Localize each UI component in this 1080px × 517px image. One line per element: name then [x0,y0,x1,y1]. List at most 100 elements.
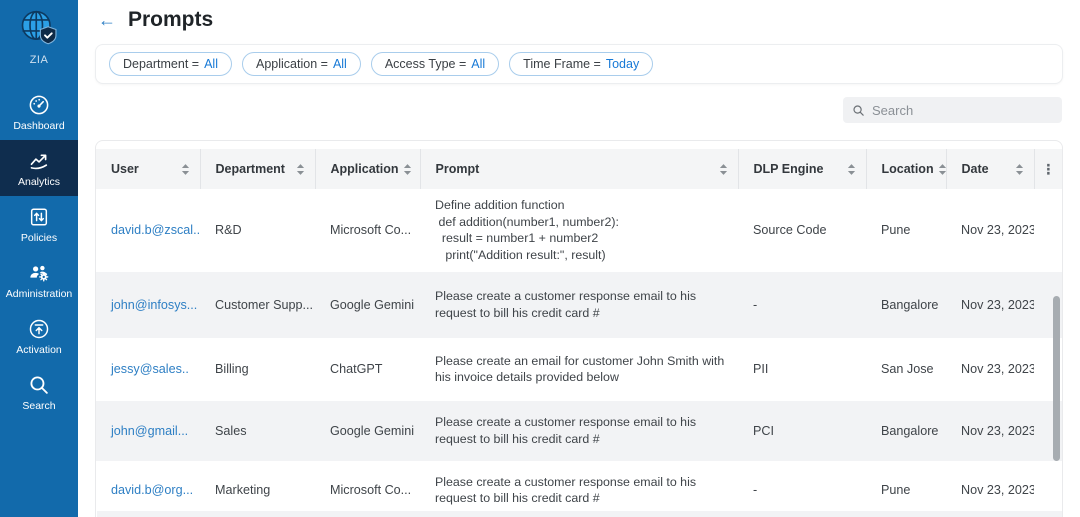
application-cell: Microsoft Co... [315,461,420,517]
sort-icon [719,163,728,176]
table-row[interactable]: david.b@zscal... R&D Microsoft Co... Def… [96,189,1062,272]
column-label: DLP Engine [754,162,824,176]
search-icon [852,104,865,117]
table-row-partial [97,511,1063,517]
sidebar-item-search[interactable]: Search [0,364,78,420]
dashboard-gauge-icon [27,93,51,117]
location-cell: Bangalore [866,272,946,338]
prompts-table: User Department Application Prompt DLP E… [96,149,1062,517]
column-label: Department [216,162,285,176]
column-header-user[interactable]: User [96,149,200,189]
dlp-engine-cell: - [738,461,866,517]
row-menu-cell [1034,461,1062,517]
sidebar-item-policies[interactable]: Policies [0,196,78,252]
sidebar-item-dashboard[interactable]: Dashboard [0,84,78,140]
back-button[interactable]: ← [98,11,116,29]
column-label: Location [882,162,934,176]
date-cell: Nov 23, 2023; [946,461,1034,517]
dlp-engine-cell: PCI [738,401,866,461]
user-link[interactable]: david.b@zscal... [96,189,200,272]
table-header-row: User Department Application Prompt DLP E… [96,149,1062,189]
table-row[interactable]: jessy@sales.. Billing ChatGPT Please cre… [96,338,1062,401]
sidebar-item-label: Administration [6,288,73,300]
column-header-department[interactable]: Department [200,149,315,189]
sidebar-item-administration[interactable]: Administration [0,252,78,308]
prompt-cell: Please create a customer response email … [420,272,738,338]
prompt-cell: Please create an email for customer John… [420,338,738,401]
administration-users-gear-icon [27,261,51,285]
prompt-cell: Define addition function def addition(nu… [420,189,738,272]
column-header-location[interactable]: Location [866,149,946,189]
location-cell: Pune [866,189,946,272]
filter-value: Today [606,57,639,71]
table-row[interactable]: john@infosys... Customer Supp... Google … [96,272,1062,338]
page-title: Prompts [128,8,213,32]
filter-value: All [204,57,218,71]
sidebar: ZIA Dashboard [0,0,78,517]
prompt-cell: Please create a customer response email … [420,401,738,461]
department-cell: Marketing [200,461,315,517]
user-link[interactable]: john@infosys... [96,272,200,338]
app-window: ZIA Dashboard [0,0,1080,517]
user-link[interactable]: john@gmail... [96,401,200,461]
sidebar-nav: Dashboard Analytics [0,84,78,420]
sidebar-item-label: Dashboard [13,120,64,132]
date-cell: Nov 23, 2023; [946,272,1034,338]
department-cell: Billing [200,338,315,401]
application-cell: Microsoft Co... [315,189,420,272]
sort-icon [938,163,947,176]
date-cell: Nov 23, 2023; [946,338,1034,401]
filter-label: Application = [256,57,328,71]
search-input[interactable] [843,97,1062,123]
user-link[interactable]: david.b@org... [96,461,200,517]
location-cell: Bangalore [866,401,946,461]
filter-chip-time-frame[interactable]: Time Frame = Today [509,52,653,76]
column-header-application[interactable]: Application [315,149,420,189]
filter-label: Time Frame = [523,57,601,71]
search-icon [27,373,51,397]
filter-chip-application[interactable]: Application = All [242,52,361,76]
sort-icon [847,163,856,176]
location-cell: Pune [866,461,946,517]
date-cell: Nov 23, 2023; [946,189,1034,272]
policies-icon [27,205,51,229]
sidebar-item-analytics[interactable]: Analytics [0,140,78,196]
filter-value: All [333,57,347,71]
filter-label: Department = [123,57,199,71]
column-header-prompt[interactable]: Prompt [420,149,738,189]
column-label: Date [962,162,989,176]
page-header: ← Prompts [98,8,213,32]
analytics-chart-icon [27,149,51,173]
location-cell: San Jose [866,338,946,401]
sidebar-item-label: Policies [21,232,57,244]
sidebar-item-label: Analytics [18,176,60,188]
dlp-engine-cell: - [738,272,866,338]
prompt-cell: Please create a customer response email … [420,461,738,517]
main-content: ← Prompts Department = All Application =… [78,0,1080,517]
application-cell: ChatGPT [315,338,420,401]
date-cell: Nov 23, 2023; [946,401,1034,461]
dlp-engine-cell: PII [738,338,866,401]
table-row[interactable]: david.b@org... Marketing Microsoft Co...… [96,461,1062,517]
table-row[interactable]: john@gmail... Sales Google Gemini Please… [96,401,1062,461]
filter-chip-access-type[interactable]: Access Type = All [371,52,499,76]
dlp-engine-cell: Source Code [738,189,866,272]
sidebar-item-activation[interactable]: Activation [0,308,78,364]
table-options-kebab-button[interactable]: ⋮ [1034,149,1062,189]
filter-chip-department[interactable]: Department = All [109,52,232,76]
column-header-dlp-engine[interactable]: DLP Engine [738,149,866,189]
user-link[interactable]: jessy@sales.. [96,338,200,401]
column-label: Prompt [436,162,480,176]
vertical-scrollbar-thumb[interactable] [1053,296,1060,461]
sidebar-item-zia-home[interactable]: ZIA [0,0,78,72]
zia-globe-shield-icon [16,8,62,52]
filter-label: Access Type = [385,57,466,71]
department-cell: Customer Supp... [200,272,315,338]
column-header-date[interactable]: Date [946,149,1034,189]
zia-label: ZIA [30,54,49,66]
prompts-table-card: User Department Application Prompt DLP E… [95,140,1063,517]
sidebar-item-label: Search [22,400,55,412]
search-field[interactable] [872,103,1053,118]
column-label: Application [331,162,399,176]
sort-icon [403,163,412,176]
